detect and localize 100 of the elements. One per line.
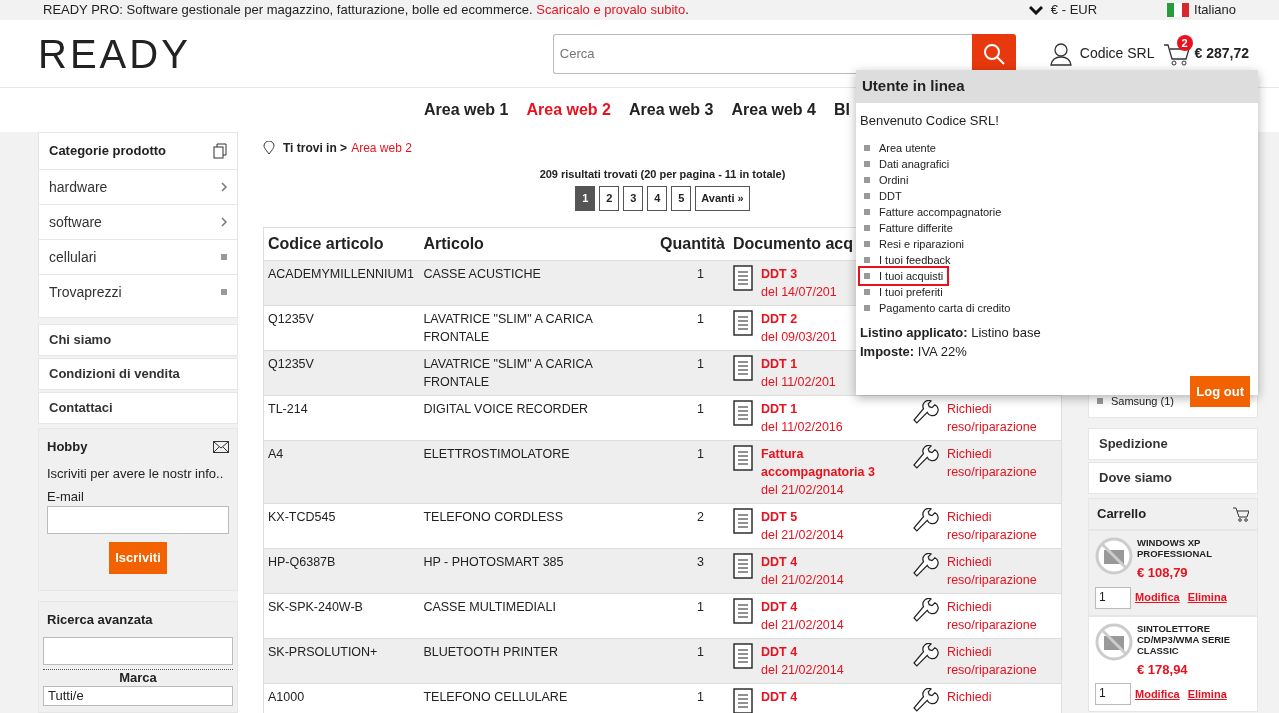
results-count: 209 risultati trovati (20 per pagina - 11 in totale) [539, 168, 786, 180]
user-menu-item[interactable]: Dati anagrafici [860, 155, 954, 172]
price-list-text: Listino applicato: Listino base [860, 323, 1042, 342]
product-name: SINTOLETTORE CD/MP3/WMA SERIE CLASSIC [1137, 622, 1232, 656]
document-link[interactable]: DDT 4 [761, 643, 907, 661]
newsletter-text: Iscriviti per avere le nostr info.. [47, 464, 225, 483]
pagination-button[interactable]: 4 [647, 186, 668, 211]
wrench-icon [913, 445, 939, 471]
advanced-search-field[interactable] [43, 637, 233, 665]
category-item[interactable]: software [39, 204, 237, 239]
edit-link[interactable]: Modifica [1135, 589, 1180, 606]
document-link[interactable]: DDT 4 [761, 598, 907, 616]
wrench-icon [913, 508, 939, 534]
document-date: del 21/02/2014 [761, 527, 844, 544]
product-price: € 108,79 [1137, 564, 1189, 582]
nav-link-item[interactable]: Bl [833, 98, 850, 122]
nav-link-item[interactable]: Area web 4 [731, 98, 816, 122]
request-return-link[interactable]: Richiedi reso/riparazione [947, 445, 1057, 499]
mail-icon [213, 440, 229, 453]
request-return-link[interactable]: Richiedi reso/riparazione [947, 400, 1057, 436]
nav-link-item[interactable]: Area web 1 [424, 98, 509, 122]
bullet-icon [864, 144, 870, 151]
bullet-icon [864, 208, 870, 215]
category-item[interactable]: hardware [39, 169, 237, 204]
request-return-link[interactable]: Richiedi reso/riparazione [947, 508, 1057, 544]
user-menu-item[interactable]: Fatture accompagnatorie [860, 203, 1006, 220]
currency-selector[interactable]: € - EUR [1050, 0, 1098, 20]
pagination-button[interactable]: 5 [671, 186, 692, 211]
remove-link[interactable]: Elimina [1187, 589, 1227, 606]
chevron-right-icon [221, 217, 227, 227]
page-link[interactable]: Condizioni di vendita [38, 358, 238, 390]
email-field[interactable] [47, 506, 229, 534]
page-link[interactable]: Spedizione [1088, 428, 1258, 460]
logo[interactable]: READY [38, 33, 191, 74]
nav-link-item[interactable]: Area web 3 [628, 98, 714, 122]
quantity-field[interactable]: 1 [1095, 683, 1131, 705]
language-selector[interactable]: Italiano [1194, 0, 1236, 20]
search-field[interactable]: Cerca [552, 33, 972, 74]
page-link[interactable]: Chi siamo [38, 324, 238, 356]
user-menu-item[interactable]: Ordini [860, 171, 913, 188]
bullet-icon [864, 288, 870, 295]
promo-text: READY PRO: Software gestionale per magazzino, fatturazione, bolle ed ecommerce. Scaricalo e provalo subito. [43, 1, 689, 20]
bullet-icon [864, 256, 870, 263]
user-menu-item[interactable]: I tuoi preferiti [860, 283, 947, 300]
column-header: Documento acq [733, 235, 853, 252]
pagination-button[interactable]: 2 [599, 186, 620, 211]
document-date: del 09/03/201 [761, 329, 837, 346]
pagination-button[interactable]: Avanti » [695, 186, 750, 211]
table-cell: 3 [656, 548, 729, 594]
request-return-link[interactable]: Richiedi [947, 688, 1057, 713]
request-return-link[interactable]: Richiedi reso/riparazione [947, 553, 1057, 589]
edit-link[interactable]: Modifica [1135, 685, 1180, 703]
user-menu-item[interactable]: I tuoi feedback [860, 251, 955, 268]
bullet-icon [864, 240, 870, 247]
cart-title: Carrello [1097, 505, 1147, 524]
document-link[interactable]: DDT 1 [761, 400, 907, 418]
user-menu-item[interactable]: I tuoi acquisti [860, 267, 948, 284]
breadcrumb-link[interactable]: Area web 2 [351, 139, 412, 157]
location-pin-icon [263, 141, 275, 155]
user-menu-item[interactable]: DDT [860, 187, 906, 204]
document-icon [733, 265, 753, 291]
brand-filter-item[interactable]: Samsung (1) [1097, 392, 1174, 409]
wrench-icon [913, 598, 939, 624]
square-icon [221, 254, 227, 260]
table-cell: Q1235V [263, 350, 420, 396]
document-link[interactable]: DDT 4 [761, 553, 907, 571]
document-icon [733, 445, 753, 471]
document-link[interactable]: DDT 5 [761, 508, 907, 526]
pagination-button[interactable]: 3 [623, 186, 644, 211]
no-image-icon [1095, 537, 1133, 575]
user-menu-item[interactable]: Area utente [860, 139, 940, 156]
page-link[interactable]: Dove siamo [1088, 462, 1258, 494]
request-return-link[interactable]: Richiedi reso/riparazione [947, 643, 1057, 679]
user-menu-item[interactable]: Fatture differite [860, 219, 957, 236]
no-image-icon [1095, 622, 1133, 661]
nav-link-item[interactable]: Area web 2 [526, 98, 611, 122]
request-return-link[interactable]: Richiedi reso/riparazione [947, 598, 1057, 634]
document-date: del 21/02/2014 [761, 482, 844, 499]
remove-link[interactable]: Elimina [1187, 685, 1227, 703]
category-item[interactable]: Trovaprezzi [39, 274, 237, 309]
advanced-search-title: Ricerca avanzata [46, 610, 154, 629]
table-cell: 1 [656, 350, 729, 396]
table-cell: TELEFONO CELLULARE [419, 683, 657, 713]
pagination-button[interactable]: 1 [575, 186, 596, 211]
user-menu-item[interactable]: Pagamento carta di credito [860, 299, 1015, 316]
table-cell: A1000 [263, 683, 420, 713]
category-item[interactable]: cellulari [39, 239, 237, 274]
document-icon [733, 643, 753, 669]
document-date: del 14/07/201 [761, 284, 837, 301]
user-menu-item[interactable]: Resi e riparazioni [860, 235, 968, 252]
bullet-icon [864, 176, 870, 183]
wrench-icon [913, 400, 939, 426]
document-link[interactable]: DDT 4 [761, 688, 907, 706]
page-link[interactable]: Contattaci [38, 392, 238, 424]
brand-select[interactable]: Tutti/e [43, 686, 233, 706]
quantity-field[interactable]: 1 [1095, 586, 1131, 609]
table-cell: SK-PRSOLUTION+ [263, 638, 420, 684]
user-account-link[interactable]: Codice SRL [1079, 43, 1155, 64]
cart-icon [1233, 506, 1249, 522]
table-cell: 1 [656, 683, 729, 713]
